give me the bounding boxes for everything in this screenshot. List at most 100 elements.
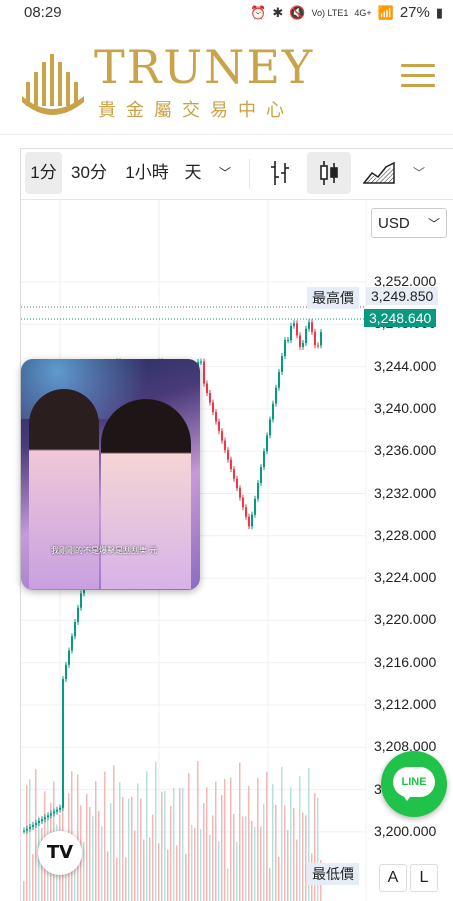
interval-30m[interactable]: 30分 xyxy=(67,152,111,194)
candle-body xyxy=(209,393,211,403)
candle-body xyxy=(44,817,46,820)
volume-bar xyxy=(149,837,151,901)
clock: 08:29 xyxy=(24,4,62,21)
candle-body xyxy=(53,811,55,814)
line-label: LINE xyxy=(393,767,435,797)
price-tick: 3,244.000 xyxy=(374,357,437,374)
price-tick: 3,236.000 xyxy=(374,442,437,459)
volume-bar xyxy=(290,787,292,901)
volume-bar xyxy=(275,804,277,901)
candle-body xyxy=(260,467,262,483)
price-tick: 3,220.000 xyxy=(374,611,437,628)
currency-select[interactable]: USD ﹀ xyxy=(371,208,447,238)
volume-bar xyxy=(287,830,289,901)
candle-body xyxy=(308,322,310,329)
battery-level: 27% xyxy=(399,4,430,21)
volume-bar xyxy=(140,798,142,901)
candle-body xyxy=(299,335,301,347)
volume-bar xyxy=(101,826,103,901)
volume-bar xyxy=(164,790,166,901)
candle-body xyxy=(203,361,205,384)
volume-bar xyxy=(176,845,178,901)
candle-body xyxy=(29,826,31,829)
candle-body xyxy=(254,498,256,515)
performer-right xyxy=(101,399,191,589)
candle-body xyxy=(68,650,70,665)
volume-bar xyxy=(188,772,190,901)
floating-video-player[interactable]: 我剛剛的不是爆擊是刮刮樂 元 xyxy=(21,359,200,590)
candle-body xyxy=(230,459,232,470)
volume-bar xyxy=(278,856,280,901)
candle-body xyxy=(65,664,67,680)
log-scale-button[interactable]: L xyxy=(410,864,438,892)
site-header: TRUNEY 貴金屬交易中心 xyxy=(0,26,453,135)
hamburger-menu-icon[interactable] xyxy=(401,64,435,92)
interval-1h[interactable]: 1小時 xyxy=(119,152,175,194)
chart-type-chevron-down-icon[interactable]: ﹀ xyxy=(407,152,431,194)
auto-scale-button[interactable]: A xyxy=(379,864,407,892)
candle-body xyxy=(311,322,313,332)
high-price-label: 最高價 xyxy=(307,287,359,309)
volume-bar xyxy=(203,803,205,901)
brand-subtitle: 貴金屬交易中心 xyxy=(98,100,294,121)
interval-1m[interactable]: 1分 xyxy=(25,152,62,194)
performer-left xyxy=(29,389,99,589)
volume-bar xyxy=(113,765,115,901)
interval-dropdown-chevron-down-icon[interactable]: ﹀ xyxy=(213,152,237,194)
candle-body xyxy=(236,478,238,489)
brand-logo[interactable]: TRUNEY 貴金屬交易中心 xyxy=(20,40,320,122)
volume-bar xyxy=(200,829,202,901)
volume-bar xyxy=(167,849,169,901)
volume-bar xyxy=(125,857,127,901)
network-label: Vo) LTE1 xyxy=(311,7,349,18)
volume-bar xyxy=(260,826,262,901)
bluetooth-icon: ✱ xyxy=(272,4,284,20)
volume-bar xyxy=(86,793,88,901)
candle-body xyxy=(239,488,241,498)
candle-body xyxy=(257,482,259,499)
candlestick-icon[interactable] xyxy=(307,152,351,194)
candle-body xyxy=(293,323,295,326)
volume-bar xyxy=(119,782,121,901)
volume-bar xyxy=(26,785,28,901)
bar-chart-icon[interactable] xyxy=(263,152,297,194)
chevron-down-icon: ﹀ xyxy=(427,217,440,231)
volume-bar xyxy=(23,881,25,901)
volume-bar xyxy=(152,814,154,901)
interval-day[interactable]: 天 xyxy=(179,152,207,194)
volume-bar xyxy=(230,777,232,901)
currency-label: USD xyxy=(378,215,410,232)
candle-body xyxy=(278,371,280,388)
price-tick: 3,200.000 xyxy=(374,822,437,839)
mute-icon: 🔇 xyxy=(289,4,306,20)
candle-body xyxy=(302,343,304,347)
chart-toolbar: 1分 30分 1小時 天 ﹀ ﹀ xyxy=(21,149,453,200)
price-tick: 3,240.000 xyxy=(374,399,437,416)
volume-bar xyxy=(158,843,160,901)
volume-bar xyxy=(221,795,223,901)
candle-body xyxy=(38,821,40,824)
volume-bar xyxy=(35,769,37,901)
signal-label: 4G+ xyxy=(354,7,372,18)
tradingview-logo[interactable]: TV xyxy=(38,831,82,875)
volume-bar xyxy=(206,787,208,901)
volume-bar xyxy=(98,810,100,901)
volume-bar xyxy=(110,803,112,901)
candle-body xyxy=(242,497,244,508)
volume-bar xyxy=(131,796,133,901)
candle-body xyxy=(251,514,253,527)
volume-bar xyxy=(191,824,193,901)
candle-body xyxy=(275,387,277,404)
area-chart-icon[interactable] xyxy=(359,152,399,194)
volume-bar xyxy=(29,779,31,901)
candle-body xyxy=(47,815,49,818)
volume-bar xyxy=(245,816,247,901)
volume-bar xyxy=(107,851,109,901)
volume-bar xyxy=(143,839,145,901)
candle-body xyxy=(212,402,214,413)
line-chat-button[interactable]: LINE xyxy=(381,751,447,817)
candle-body xyxy=(62,679,64,808)
candle-body xyxy=(320,332,322,346)
price-tick: 3,212.000 xyxy=(374,696,437,712)
candle-body xyxy=(266,435,268,452)
